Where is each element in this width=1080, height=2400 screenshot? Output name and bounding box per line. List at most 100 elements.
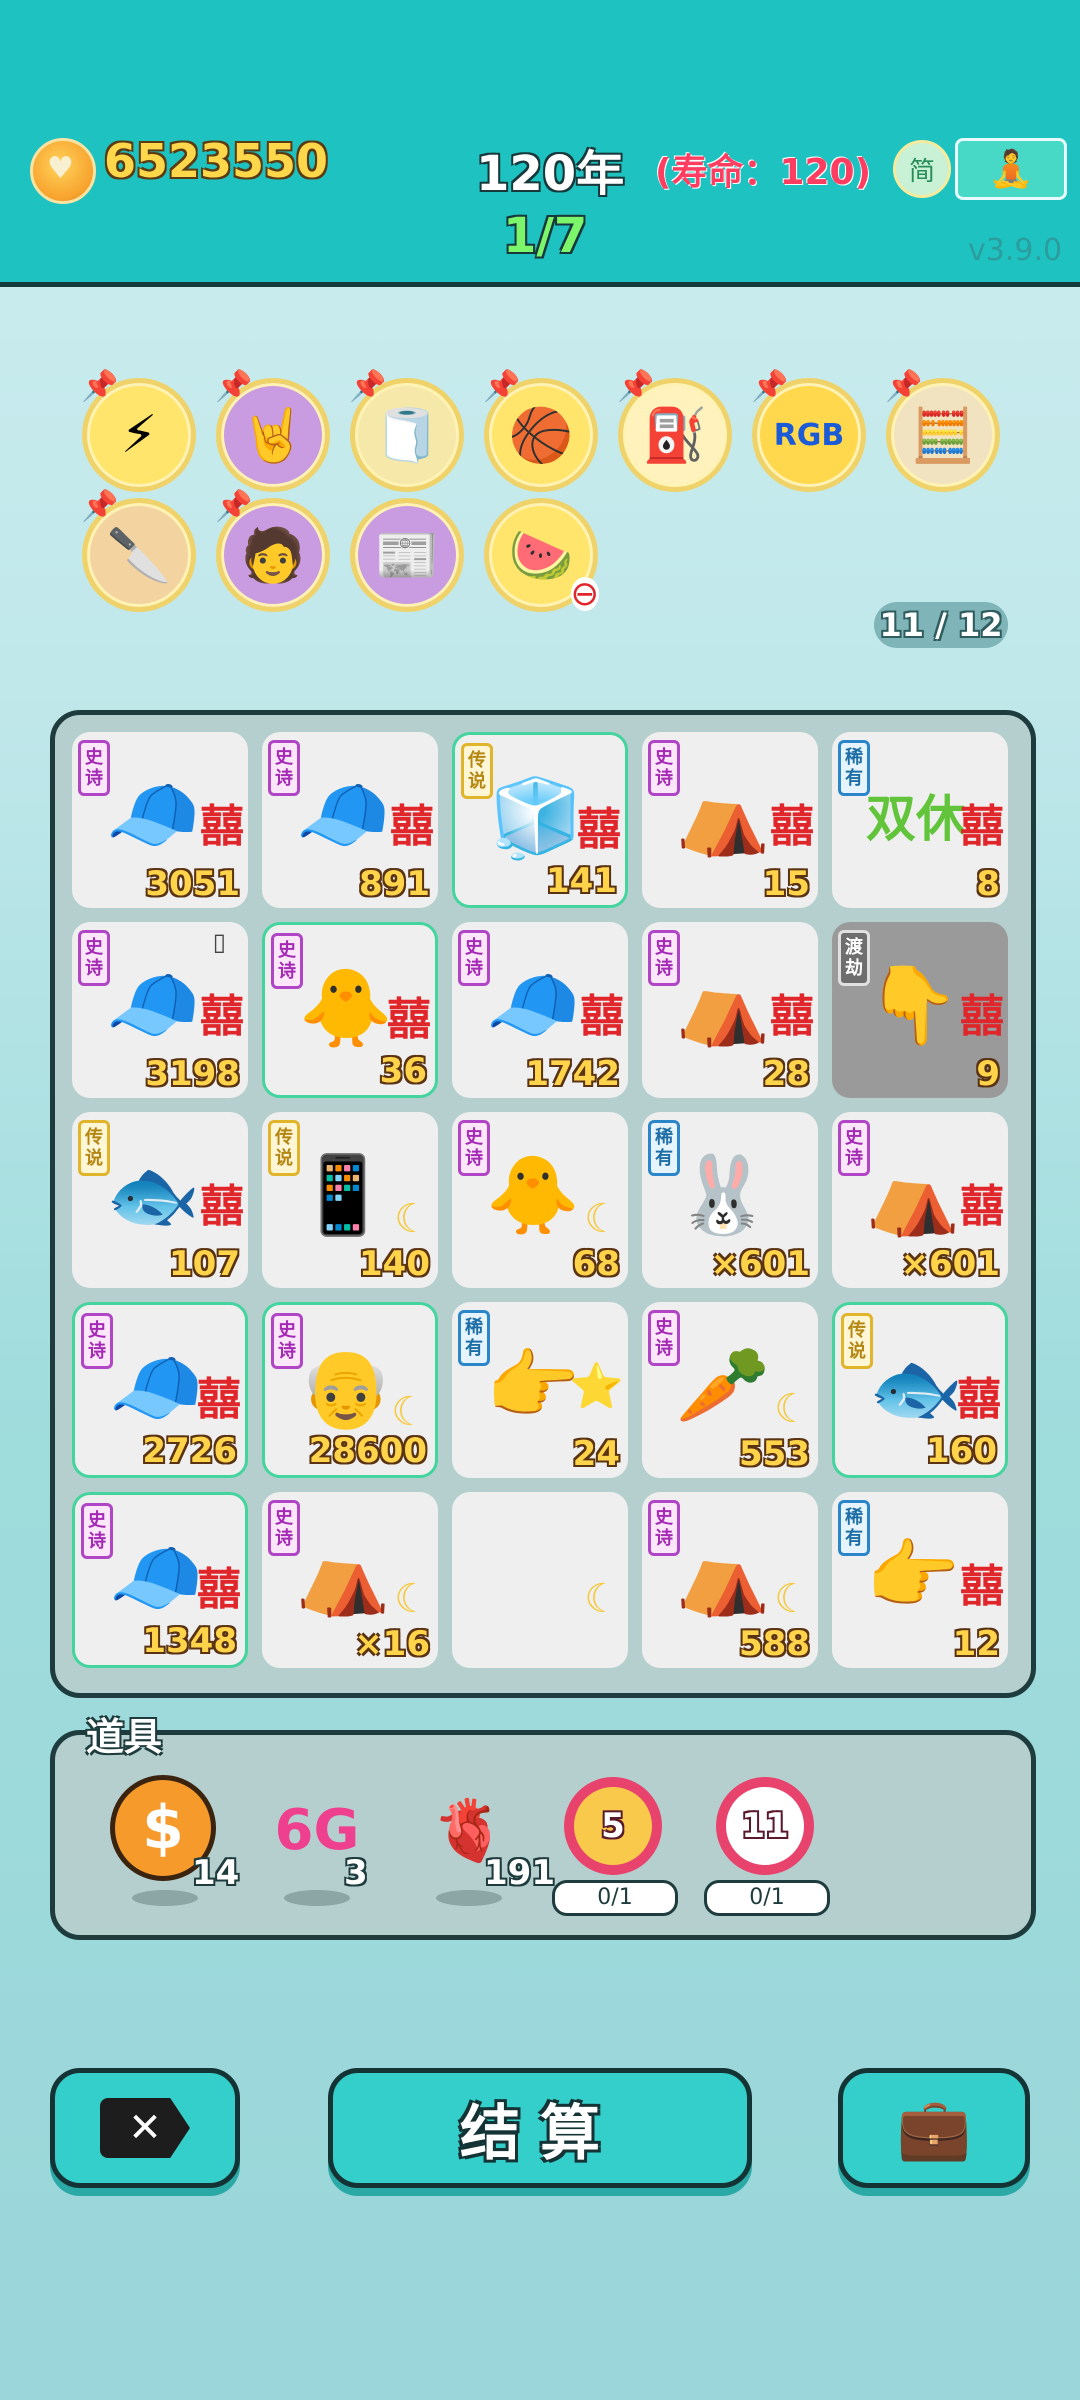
meditation-button[interactable]: 🧘 [955,138,1067,200]
board-cell[interactable]: 史诗 🧢 囍 3051 [72,732,248,908]
koi-fish-icon: 🐟 [105,1150,201,1239]
board-cell[interactable]: 史诗 ⛺ 囍 28 [642,922,818,1098]
target-ring-icon[interactable]: 11 [716,1777,814,1875]
item-count: 553 [739,1434,810,1474]
rabbit-tent-icon: ⛺ [295,1530,391,1619]
gray-hair-chick-icon: 🐥 [485,1150,581,1239]
basketballs-icon: 🏀 [508,405,574,466]
cleaver-icon: 🔪 [106,525,172,586]
board-cell[interactable]: 传说 🐟 囍 160 [832,1302,1008,1478]
briefcase-button[interactable]: 💼 [838,2068,1030,2188]
double-happiness-icon: 囍 [770,801,814,852]
settle-button[interactable]: 结算 [328,2068,752,2188]
double-happiness-icon: 囍 [200,801,244,852]
moon-icon: ☾ [584,1196,620,1242]
moon-icon: ☾ [394,1576,430,1622]
pin-icon: 📌 [81,369,119,404]
double-happiness-icon: 囍 [580,991,624,1042]
buff-rock-hand-icon[interactable]: 🤘 📌 [215,369,330,492]
bearded-old-man-icon: 👴 [298,1343,394,1432]
item-count: 68 [572,1244,620,1284]
simplified-chinese-toggle[interactable]: 简 [893,140,951,198]
rock-hand-icon: 🤘 [240,405,306,466]
double-happiness-icon: 囍 [390,801,434,852]
version-label: v3.9.0 [968,233,1063,268]
board-cell[interactable]: 史诗 🥕 ☾ 553 [642,1302,818,1478]
item-count: 9 [976,1054,1000,1094]
double-happiness-icon: 囍 [957,1374,1001,1425]
pin-icon: 📌 [885,369,923,404]
ring-use-button[interactable]: 0/1 [552,1880,678,1916]
item-count: 2726 [142,1431,237,1471]
buff-lightning-icon[interactable]: ⚡ 📌 [81,369,196,492]
item-count: 3198 [145,1054,240,1094]
math-guy-green-icon: 🧑 [240,525,306,586]
green-hat-man-icon: 🧢 [295,770,391,859]
board-cell[interactable]: 史诗 ⛺ ☾ 588 [642,1492,818,1668]
double-happiness-icon: 囍 [200,991,244,1042]
board-cell[interactable]: 稀有 双休囍 8 [832,732,1008,908]
moon-icon: ☾ [774,1576,810,1622]
board-cell[interactable]: 传说 📱 ☾ 140 [262,1112,438,1288]
shadow [132,1890,198,1906]
buff-air-pump-icon[interactable]: ⛽ 📌 [617,369,732,492]
buff-tissue-box-icon[interactable]: 🧻 📌 [349,369,464,492]
buff-basketballs-icon[interactable]: 🏀 📌 [483,369,598,492]
board-cell[interactable]: 史诗 ⛺ 囍 15 [642,732,818,908]
buff-counter: 11 / 12 [874,602,1008,648]
board-cell[interactable]: 史诗 🧢 囍 891 [262,732,438,908]
double-happiness-icon: 囍 [960,991,1004,1042]
item-count: 8 [976,864,1000,904]
board-cell[interactable]: 稀有 👉 囍 12 [832,1492,1008,1668]
board-cell[interactable]: ☾ [452,1492,628,1668]
board-cell[interactable]: 史诗 🧢 囍 ▯ 3198 [72,922,248,1098]
buff-cleaver-icon[interactable]: 🔪 📌 [81,489,196,612]
pin-icon: 📌 [617,369,655,404]
item-count: 1348 [142,1621,237,1661]
meditation-icon: 🧘 [988,149,1034,190]
board-cell[interactable]: 渡劫 👇 囍 9 [832,922,1008,1098]
green-hat-man-icon: 🧢 [105,770,201,859]
board-cell[interactable]: 稀有 🐰 ×601 [642,1112,818,1288]
buff-rgb-ball-icon[interactable]: RGB 📌 [751,369,866,492]
phone-icon: ▯ [212,928,226,956]
ring-use-button[interactable]: 0/1 [704,1880,830,1916]
buff-fruit-bowl-icon[interactable]: 🍉 ⊖ [484,498,599,612]
item-count: 15 [762,864,810,904]
remove-badge-icon[interactable]: ⊖ [570,577,599,611]
green-hat-man-icon: 🧢 [108,1533,204,1622]
buff-time-magazine-icon[interactable]: 📰 [350,498,464,612]
lifespan-label: (寿命：120) [655,152,872,193]
shadow [284,1890,350,1906]
item-count: 1742 [525,1054,620,1094]
prop-count: 191 [484,1853,555,1893]
board-cell[interactable]: 史诗 🧢 囍 1742 [452,922,628,1098]
item-count: 160 [926,1431,997,1471]
yellow-finger-icon: 👇 [865,960,961,1049]
item-count: 3051 [145,864,240,904]
board-cell[interactable]: 传说 🐟 囍 107 [72,1112,248,1288]
buff-math-guy-green-icon[interactable]: 🧑 📌 [215,489,330,612]
item-count: 107 [169,1244,240,1284]
board-cell[interactable]: 史诗 ⛺ ☾ ×16 [262,1492,438,1668]
buff-math-guy-icon[interactable]: 🧮 📌 [885,369,1000,492]
discard-button[interactable]: ✕ [50,2068,240,2188]
board-cell[interactable]: 史诗 🧢 囍 2726 [72,1302,248,1478]
pointing-finger-icon: 👉 [865,1530,961,1619]
coins-ring-icon[interactable]: 5 [564,1777,662,1875]
board-cell[interactable]: 史诗 👴 ☾ 28600 [262,1302,438,1478]
item-count: 12 [952,1624,1000,1664]
prop-count: 3 [344,1853,368,1893]
moon-icon: ☾ [584,1576,620,1622]
board-cell[interactable]: 稀有 👉 ⭐ 24 [452,1302,628,1478]
board-cell[interactable]: 史诗 🐥 ☾ 68 [452,1112,628,1288]
board-cell[interactable]: 史诗 🧢 囍 1348 [72,1492,248,1668]
board-cell[interactable]: 传说 🧊 囍 141 [452,732,628,908]
board-cell[interactable]: 史诗 🐥 囍 36 [262,922,438,1098]
item-count: 28600 [308,1431,427,1471]
air-pump-icon: ⛽ [642,405,708,466]
rabbit-icon: 🐰 [675,1150,771,1239]
math-guy-icon: 🧮 [910,405,976,466]
heart-coin-icon: ♥ [30,138,96,204]
board-cell[interactable]: 史诗 ⛺ 囍 ×601 [832,1112,1008,1288]
